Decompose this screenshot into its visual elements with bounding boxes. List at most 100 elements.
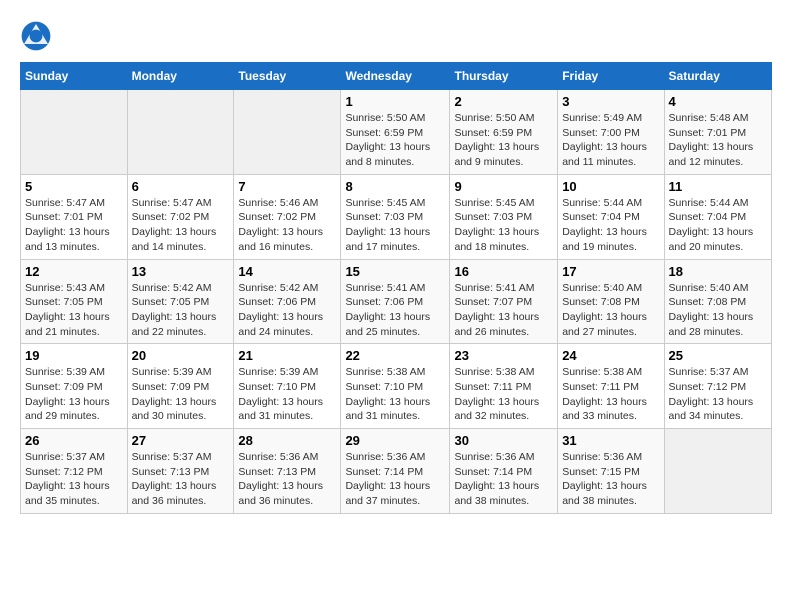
day-number: 20 [132,348,230,363]
day-info: Sunrise: 5:46 AM Sunset: 7:02 PM Dayligh… [238,196,336,255]
day-info: Sunrise: 5:42 AM Sunset: 7:06 PM Dayligh… [238,281,336,340]
page-header [20,20,772,52]
day-number: 26 [25,433,123,448]
calendar-cell: 1 Sunrise: 5:50 AM Sunset: 6:59 PM Daylig… [341,90,450,175]
calendar-cell: 6 Sunrise: 5:47 AM Sunset: 7:02 PM Daylig… [127,174,234,259]
day-info: Sunrise: 5:37 AM Sunset: 7:12 PM Dayligh… [669,365,767,424]
calendar-cell: 12 Sunrise: 5:43 AM Sunset: 7:05 PM Dayli… [21,259,128,344]
day-number: 18 [669,264,767,279]
calendar-cell [234,90,341,175]
day-number: 27 [132,433,230,448]
day-number: 31 [562,433,659,448]
calendar-cell: 20 Sunrise: 5:39 AM Sunset: 7:09 PM Dayli… [127,344,234,429]
calendar-cell: 2 Sunrise: 5:50 AM Sunset: 6:59 PM Daylig… [450,90,558,175]
calendar-cell: 5 Sunrise: 5:47 AM Sunset: 7:01 PM Daylig… [21,174,128,259]
calendar-cell: 4 Sunrise: 5:48 AM Sunset: 7:01 PM Daylig… [664,90,771,175]
day-info: Sunrise: 5:44 AM Sunset: 7:04 PM Dayligh… [669,196,767,255]
day-info: Sunrise: 5:49 AM Sunset: 7:00 PM Dayligh… [562,111,659,170]
day-number: 14 [238,264,336,279]
calendar-cell: 7Sunrise: 5:46 AM Sunset: 7:02 PM Daylig… [234,174,341,259]
day-info: Sunrise: 5:40 AM Sunset: 7:08 PM Dayligh… [669,281,767,340]
calendar-cell: 23 Sunrise: 5:38 AM Sunset: 7:11 PM Dayli… [450,344,558,429]
header-day-sunday: Sunday [21,63,128,90]
day-info: Sunrise: 5:39 AM Sunset: 7:09 PM Dayligh… [25,365,123,424]
day-number: 25 [669,348,767,363]
day-info: Sunrise: 5:36 AM Sunset: 7:14 PM Dayligh… [454,450,553,509]
day-number: 21 [238,348,336,363]
calendar-cell [664,429,771,514]
day-number: 5 [25,179,123,194]
calendar-cell: 28Sunrise: 5:36 AM Sunset: 7:13 PM Dayli… [234,429,341,514]
day-number: 15 [345,264,445,279]
logo [20,20,56,52]
day-info: Sunrise: 5:47 AM Sunset: 7:01 PM Dayligh… [25,196,123,255]
day-number: 8 [345,179,445,194]
day-info: Sunrise: 5:48 AM Sunset: 7:01 PM Dayligh… [669,111,767,170]
calendar-cell: 31Sunrise: 5:36 AM Sunset: 7:15 PM Dayli… [558,429,664,514]
day-info: Sunrise: 5:43 AM Sunset: 7:05 PM Dayligh… [25,281,123,340]
day-info: Sunrise: 5:39 AM Sunset: 7:10 PM Dayligh… [238,365,336,424]
header-day-tuesday: Tuesday [234,63,341,90]
day-number: 4 [669,94,767,109]
day-number: 1 [345,94,445,109]
day-info: Sunrise: 5:41 AM Sunset: 7:07 PM Dayligh… [454,281,553,340]
day-number: 9 [454,179,553,194]
day-number: 17 [562,264,659,279]
day-number: 10 [562,179,659,194]
day-info: Sunrise: 5:36 AM Sunset: 7:13 PM Dayligh… [238,450,336,509]
calendar-cell: 29 Sunrise: 5:36 AM Sunset: 7:14 PM Dayli… [341,429,450,514]
calendar-cell: 27 Sunrise: 5:37 AM Sunset: 7:13 PM Dayli… [127,429,234,514]
calendar-cell: 24 Sunrise: 5:38 AM Sunset: 7:11 PM Dayli… [558,344,664,429]
day-info: Sunrise: 5:38 AM Sunset: 7:11 PM Dayligh… [562,365,659,424]
day-info: Sunrise: 5:50 AM Sunset: 6:59 PM Dayligh… [454,111,553,170]
day-info: Sunrise: 5:36 AM Sunset: 7:14 PM Dayligh… [345,450,445,509]
day-info: Sunrise: 5:40 AM Sunset: 7:08 PM Dayligh… [562,281,659,340]
day-info: Sunrise: 5:42 AM Sunset: 7:05 PM Dayligh… [132,281,230,340]
day-info: Sunrise: 5:47 AM Sunset: 7:02 PM Dayligh… [132,196,230,255]
day-number: 6 [132,179,230,194]
day-number: 30 [454,433,553,448]
header-day-wednesday: Wednesday [341,63,450,90]
day-info: Sunrise: 5:39 AM Sunset: 7:09 PM Dayligh… [132,365,230,424]
header-day-friday: Friday [558,63,664,90]
calendar-cell: 17 Sunrise: 5:40 AM Sunset: 7:08 PM Dayli… [558,259,664,344]
day-info: Sunrise: 5:38 AM Sunset: 7:11 PM Dayligh… [454,365,553,424]
day-number: 2 [454,94,553,109]
logo-icon [20,20,52,52]
day-info: Sunrise: 5:37 AM Sunset: 7:13 PM Dayligh… [132,450,230,509]
calendar-cell [21,90,128,175]
calendar-cell: 8 Sunrise: 5:45 AM Sunset: 7:03 PM Daylig… [341,174,450,259]
header-day-monday: Monday [127,63,234,90]
day-number: 3 [562,94,659,109]
day-number: 22 [345,348,445,363]
calendar-cell: 13 Sunrise: 5:42 AM Sunset: 7:05 PM Dayli… [127,259,234,344]
day-info: Sunrise: 5:45 AM Sunset: 7:03 PM Dayligh… [345,196,445,255]
calendar-cell: 15Sunrise: 5:41 AM Sunset: 7:06 PM Dayli… [341,259,450,344]
day-info: Sunrise: 5:44 AM Sunset: 7:04 PM Dayligh… [562,196,659,255]
calendar-cell: 19 Sunrise: 5:39 AM Sunset: 7:09 PM Dayli… [21,344,128,429]
day-number: 16 [454,264,553,279]
day-number: 12 [25,264,123,279]
day-info: Sunrise: 5:38 AM Sunset: 7:10 PM Dayligh… [345,365,445,424]
calendar-cell: 25 Sunrise: 5:37 AM Sunset: 7:12 PM Dayli… [664,344,771,429]
day-number: 19 [25,348,123,363]
calendar-cell: 14 Sunrise: 5:42 AM Sunset: 7:06 PM Dayli… [234,259,341,344]
calendar-cell: 26 Sunrise: 5:37 AM Sunset: 7:12 PM Dayli… [21,429,128,514]
calendar-cell: 9 Sunrise: 5:45 AM Sunset: 7:03 PM Daylig… [450,174,558,259]
calendar-table: SundayMondayTuesdayWednesdayThursdayFrid… [20,62,772,514]
day-info: Sunrise: 5:50 AM Sunset: 6:59 PM Dayligh… [345,111,445,170]
day-number: 24 [562,348,659,363]
header-day-saturday: Saturday [664,63,771,90]
day-number: 23 [454,348,553,363]
day-info: Sunrise: 5:37 AM Sunset: 7:12 PM Dayligh… [25,450,123,509]
day-number: 29 [345,433,445,448]
calendar-cell: 21 Sunrise: 5:39 AM Sunset: 7:10 PM Dayli… [234,344,341,429]
calendar-cell: 16 Sunrise: 5:41 AM Sunset: 7:07 PM Dayli… [450,259,558,344]
calendar-cell: 3 Sunrise: 5:49 AM Sunset: 7:00 PM Daylig… [558,90,664,175]
header-day-thursday: Thursday [450,63,558,90]
day-number: 13 [132,264,230,279]
calendar-cell: 10 Sunrise: 5:44 AM Sunset: 7:04 PM Dayli… [558,174,664,259]
day-number: 11 [669,179,767,194]
day-info: Sunrise: 5:45 AM Sunset: 7:03 PM Dayligh… [454,196,553,255]
calendar-cell: 22 Sunrise: 5:38 AM Sunset: 7:10 PM Dayli… [341,344,450,429]
